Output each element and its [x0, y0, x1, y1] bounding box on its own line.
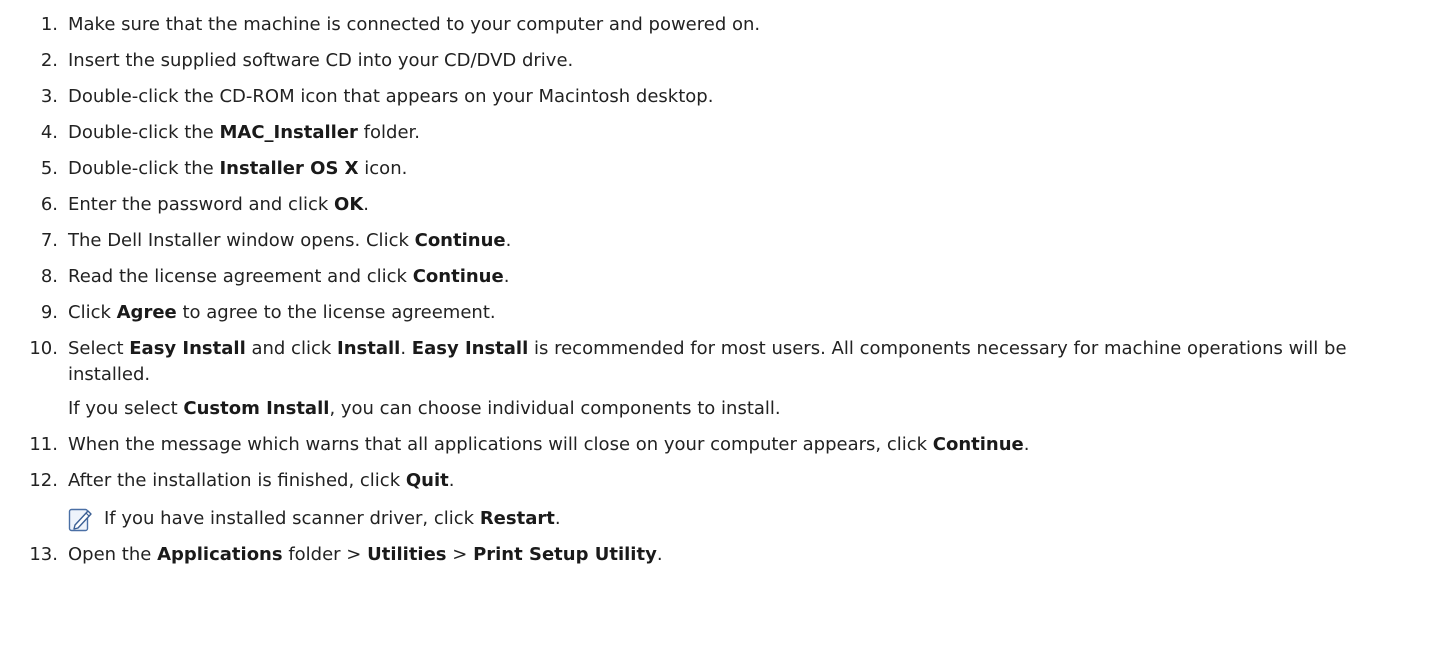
step-number: 7.	[40, 230, 58, 251]
term-applications: Applications	[157, 544, 283, 565]
term-install: Install	[337, 338, 401, 359]
step-subparagraph: If you select Custom Install, you can ch…	[68, 398, 781, 419]
step-text: Double-click the CD-ROM icon that appear…	[68, 86, 714, 107]
step-number: 11.	[29, 434, 58, 455]
term-print-setup-utility: Print Setup Utility	[473, 544, 657, 565]
step-number: 12.	[29, 470, 58, 491]
term-utilities: Utilities	[367, 544, 447, 565]
term-mac-installer: MAC_Installer	[219, 122, 358, 143]
term-continue: Continue	[412, 266, 504, 287]
step-text: Double-click the MAC_Installer folder.	[68, 122, 420, 143]
step-2: 2. Insert the supplied software CD into …	[0, 48, 1439, 74]
step-6: 6. Enter the password and click OK.	[0, 192, 1439, 218]
step-text: Open the Applications folder > Utilities…	[68, 544, 663, 565]
step-number: 10.	[29, 338, 58, 359]
step-number: 4.	[40, 122, 58, 143]
step-text: After the installation is finished, clic…	[68, 468, 1428, 532]
step-text: Make sure that the machine is connected …	[68, 14, 761, 35]
step-number: 5.	[40, 158, 58, 179]
step-text: Read the license agreement and click Con…	[68, 266, 510, 287]
step-number: 2.	[40, 50, 58, 71]
step-7: 7. The Dell Installer window opens. Clic…	[0, 228, 1439, 254]
step-text: When the message which warns that all ap…	[68, 434, 1030, 455]
step-text: Insert the supplied software CD into you…	[68, 50, 574, 71]
term-quit: Quit	[405, 470, 449, 491]
step-text: The Dell Installer window opens. Click C…	[68, 230, 512, 251]
step-number: 6.	[40, 194, 58, 215]
step-text: Enter the password and click OK.	[68, 194, 369, 215]
term-custom-install: Custom Install	[183, 398, 330, 419]
term-agree: Agree	[116, 302, 177, 323]
term-installer-osx: Installer OS X	[219, 158, 359, 179]
step-10: 10. Select Easy Install and click Instal…	[0, 336, 1439, 422]
note: If you have installed scanner driver, cl…	[68, 506, 1428, 532]
step-8: 8. Read the license agreement and click …	[0, 264, 1439, 290]
step-number: 1.	[40, 14, 58, 35]
step-1: 1. Make sure that the machine is connect…	[0, 12, 1439, 38]
step-12: 12. After the installation is finished, …	[0, 468, 1439, 532]
step-text: Double-click the Installer OS X icon.	[68, 158, 408, 179]
step-5: 5. Double-click the Installer OS X icon.	[0, 156, 1439, 182]
step-3: 3. Double-click the CD-ROM icon that app…	[0, 84, 1439, 110]
step-number: 3.	[40, 86, 58, 107]
step-9: 9. Click Agree to agree to the license a…	[0, 300, 1439, 326]
term-easy-install: Easy Install	[411, 338, 529, 359]
step-number: 9.	[40, 302, 58, 323]
term-ok: OK	[334, 194, 364, 215]
term-continue: Continue	[414, 230, 506, 251]
step-number: 8.	[40, 266, 58, 287]
term-continue: Continue	[932, 434, 1024, 455]
step-11: 11. When the message which warns that al…	[0, 432, 1439, 458]
term-easy-install: Easy Install	[129, 338, 246, 359]
step-number: 13.	[29, 544, 58, 565]
step-4: 4. Double-click the MAC_Installer folder…	[0, 120, 1439, 146]
note-text: If you have installed scanner driver, cl…	[104, 508, 561, 529]
step-text: Click Agree to agree to the license agre…	[68, 302, 496, 323]
step-13: 13. Open the Applications folder > Utili…	[0, 542, 1439, 568]
note-pencil-icon	[68, 508, 92, 532]
install-steps-list: 1. Make sure that the machine is connect…	[0, 12, 1439, 578]
step-text: Select Easy Install and click Install. E…	[68, 336, 1428, 422]
term-restart: Restart	[479, 508, 555, 529]
